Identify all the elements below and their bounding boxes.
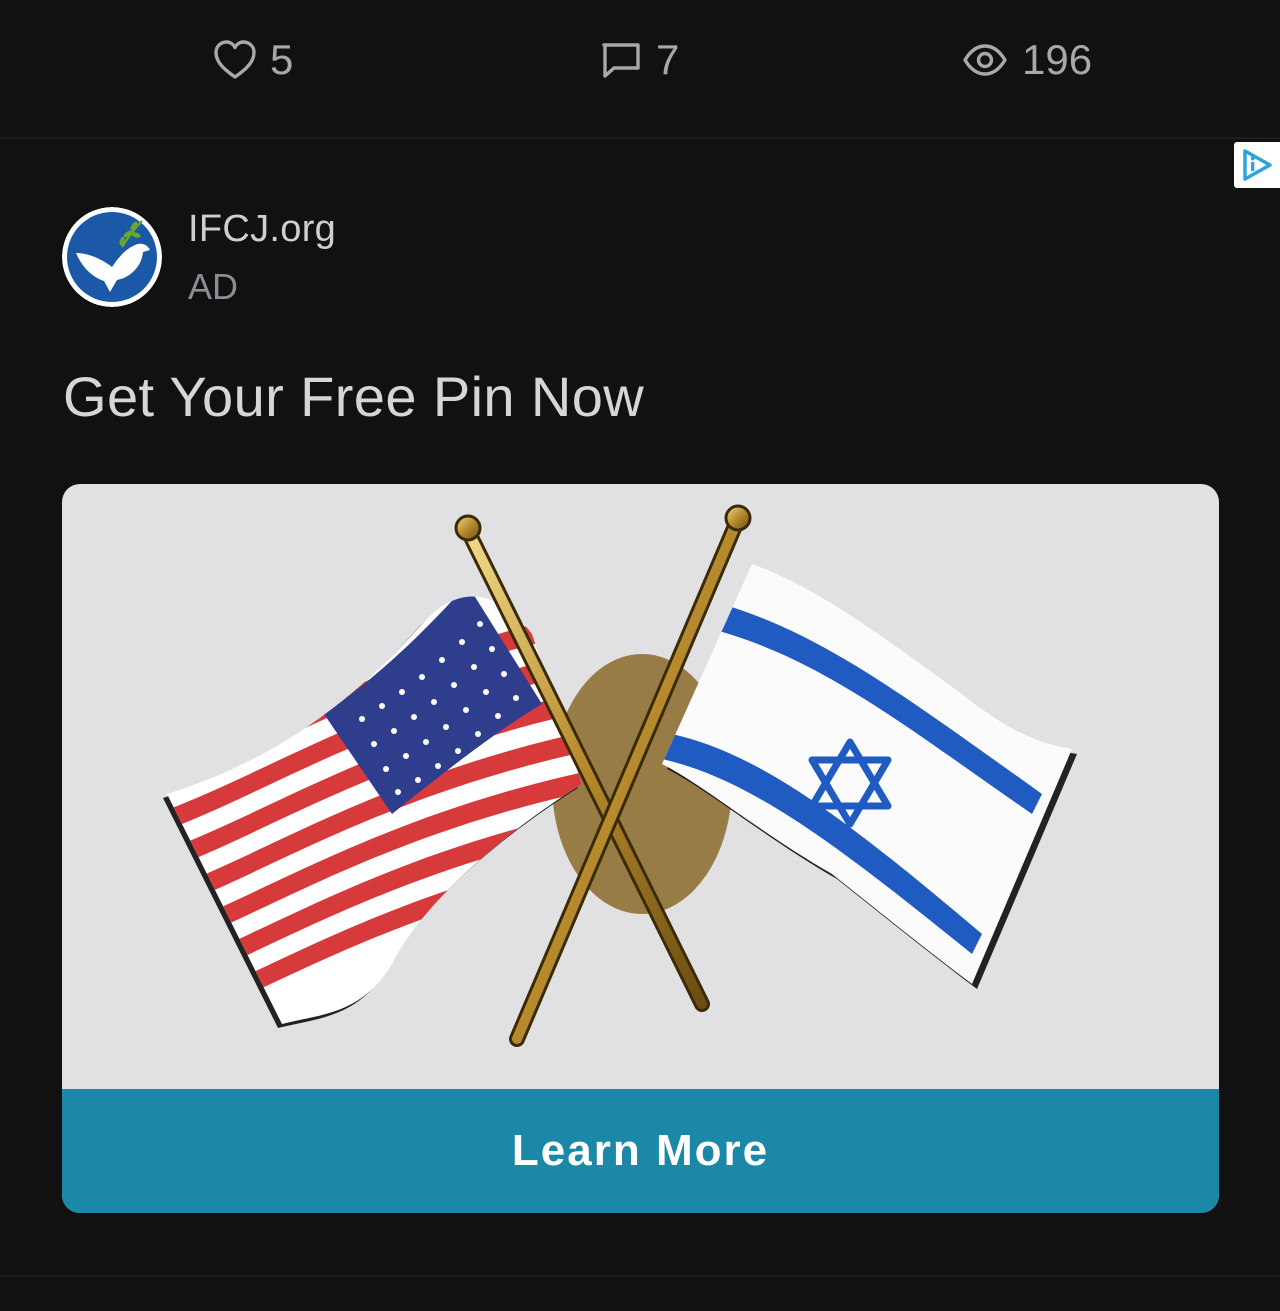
like-button[interactable]: 5 bbox=[214, 34, 293, 86]
ad-card[interactable]: Learn More bbox=[62, 484, 1219, 1213]
divider bbox=[0, 1275, 1280, 1277]
advertiser-name[interactable]: IFCJ.org bbox=[188, 208, 336, 251]
views-indicator: 196 bbox=[962, 34, 1092, 86]
like-count: 5 bbox=[270, 36, 294, 83]
dove-logo-icon bbox=[62, 207, 162, 307]
learn-more-button[interactable]: Learn More bbox=[62, 1089, 1219, 1213]
view-count: 196 bbox=[1022, 36, 1093, 83]
comment-button[interactable]: 7 bbox=[600, 34, 679, 86]
eye-icon bbox=[963, 44, 1007, 76]
comment-icon bbox=[602, 43, 640, 78]
ad-image[interactable] bbox=[62, 484, 1219, 1089]
ad-label: AD bbox=[188, 266, 239, 307]
advertiser-logo[interactable] bbox=[62, 207, 162, 307]
us-israel-flag-pin bbox=[163, 504, 1077, 1047]
post-stats-bar: 5 7 196 bbox=[0, 0, 1280, 139]
ad-headline[interactable]: Get Your Free Pin Now bbox=[63, 364, 644, 429]
adchoices-icon[interactable] bbox=[1234, 142, 1280, 188]
heart-icon bbox=[214, 40, 256, 79]
comment-count: 7 bbox=[656, 36, 680, 83]
